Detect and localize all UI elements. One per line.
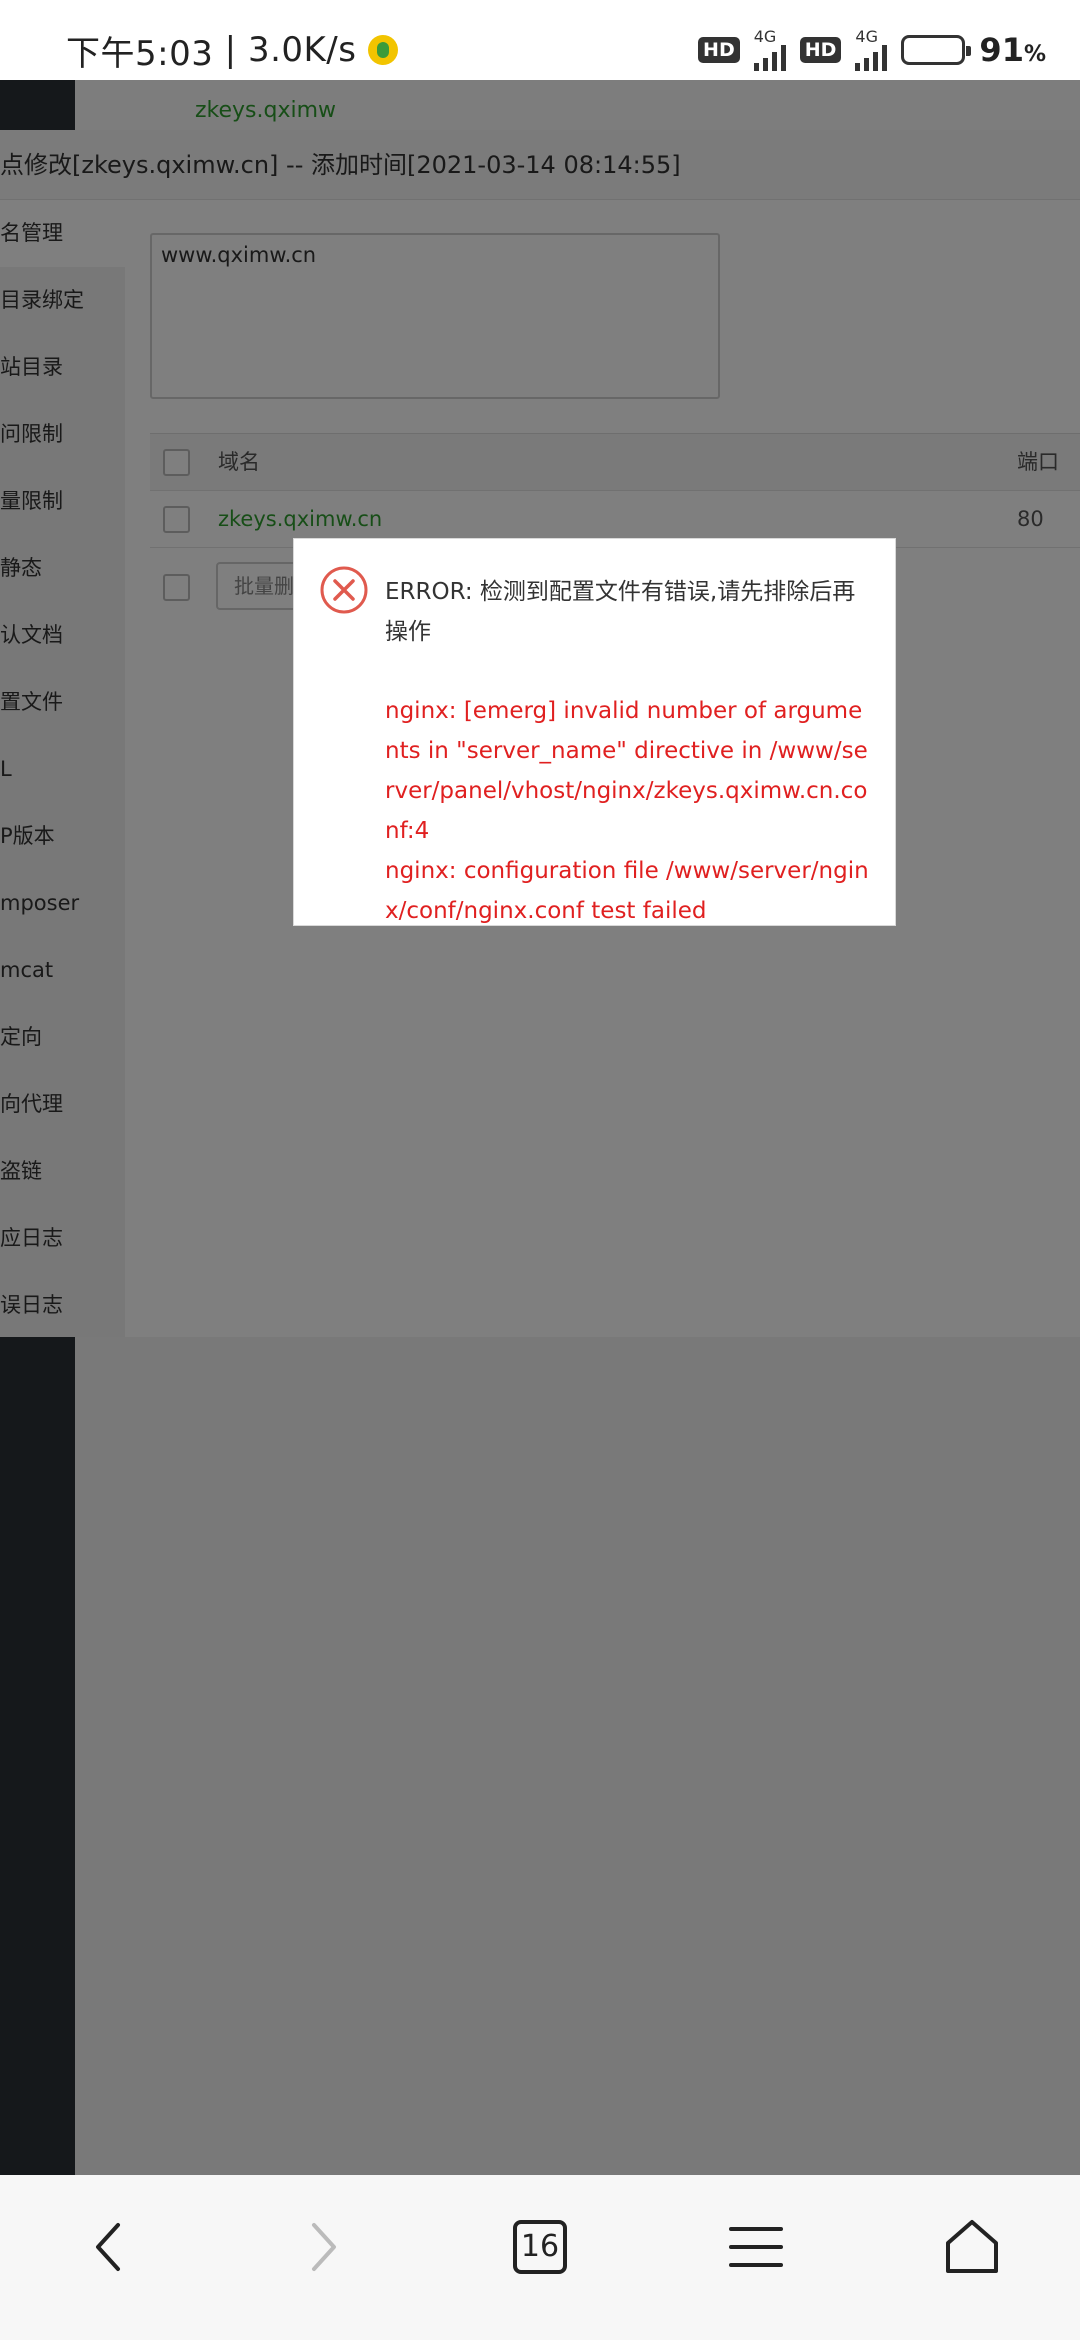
error-title: ERROR: 检测到配置文件有错误,请先排除后再操作 xyxy=(385,579,856,645)
battery-icon xyxy=(901,35,972,65)
status-bar: 下午5:03 | 3.0K/s HD 4G HD 4G 91% xyxy=(0,0,1080,80)
chevron-left-icon xyxy=(96,2223,120,2271)
home-button[interactable] xyxy=(864,2175,1080,2340)
signal-icon-1: 4G xyxy=(753,29,786,71)
menu-button[interactable] xyxy=(648,2175,864,2340)
tab-count: 16 xyxy=(513,2220,567,2274)
error-dialog: ERROR: 检测到配置文件有错误,请先排除后再操作 nginx: [emerg… xyxy=(293,538,896,926)
hamburger-icon xyxy=(729,2227,783,2267)
status-time: 下午5:03 xyxy=(66,33,214,74)
signal-icon-2: 4G xyxy=(855,29,888,71)
status-net-speed: 3.0K/s xyxy=(247,30,357,70)
home-icon xyxy=(946,2220,998,2273)
error-detail-line-2: nginx: configuration file /www/server/ng… xyxy=(385,858,869,924)
modal-overlay[interactable] xyxy=(0,80,1080,2175)
error-detail: nginx: [emerg] invalid number of argumen… xyxy=(385,691,875,931)
tabs-button[interactable]: 16 xyxy=(432,2175,648,2340)
hd-badge-2: HD xyxy=(799,37,842,63)
browser-bottom-nav: 16 xyxy=(0,2175,1080,2340)
battery-level: 91% xyxy=(979,31,1046,69)
forward-button[interactable] xyxy=(216,2175,432,2340)
error-detail-line-1: nginx: [emerg] invalid number of argumen… xyxy=(385,698,868,844)
app-notification-icon xyxy=(368,35,399,65)
error-icon xyxy=(319,565,369,615)
back-button[interactable] xyxy=(0,2175,216,2340)
chevron-right-icon xyxy=(312,2223,336,2271)
hd-badge-1: HD xyxy=(698,37,740,63)
